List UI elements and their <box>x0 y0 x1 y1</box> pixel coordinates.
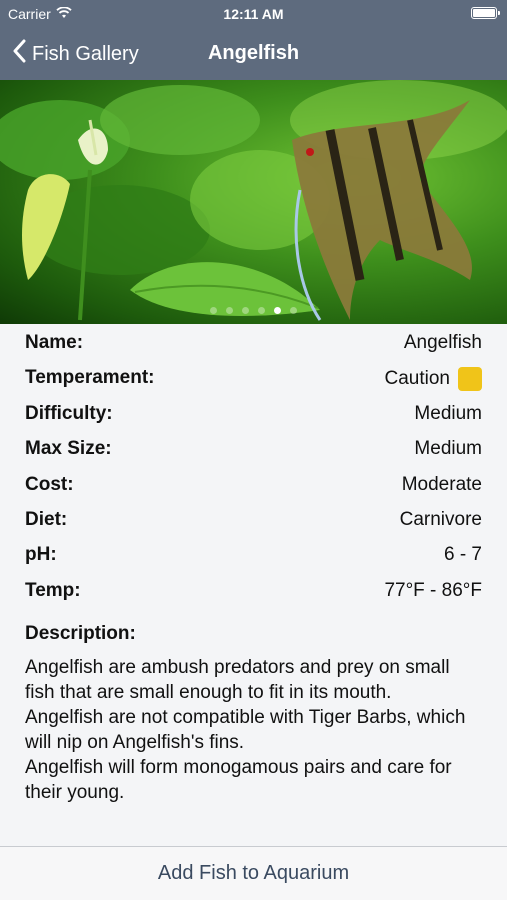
detail-key: Cost: <box>25 473 74 495</box>
fish-photo-carousel[interactable] <box>0 80 507 324</box>
detail-key: pH: <box>25 544 57 566</box>
detail-value-group: 77°F - 86°F <box>384 580 482 602</box>
description-paragraph: Angelfish are ambush predators and prey … <box>25 657 450 704</box>
page-dot[interactable] <box>290 307 297 314</box>
detail-value-group: Moderate <box>402 474 482 496</box>
detail-value-group: Angelfish <box>404 332 482 354</box>
page-indicator[interactable] <box>0 307 507 314</box>
status-bar: Carrier 12:11 AM <box>0 0 507 28</box>
detail-row: Temperament: Caution <box>25 359 482 394</box>
detail-value-group: Carnivore <box>400 509 482 531</box>
detail-row: Difficulty: Medium <box>25 395 482 430</box>
detail-row: Cost: Moderate <box>25 466 482 501</box>
detail-value: Moderate <box>401 473 482 495</box>
status-time: 12:11 AM <box>223 6 284 22</box>
page-title: Angelfish <box>207 42 300 64</box>
detail-row: Diet: Carnivore <box>25 501 482 536</box>
detail-key: Temp: <box>25 579 81 601</box>
detail-value: 6 - 7 <box>443 544 482 566</box>
detail-key: Diet: <box>25 508 68 530</box>
page-dot[interactable] <box>242 307 249 314</box>
detail-key: Name: <box>25 332 84 353</box>
description-paragraph: Angelfish will form monogamous pairs and… <box>25 757 452 804</box>
detail-value: Angelfish <box>403 332 482 353</box>
detail-value: Medium <box>414 402 482 424</box>
page-dot[interactable] <box>210 307 217 314</box>
detail-value-group: Caution <box>384 367 482 392</box>
detail-value: Carnivore <box>399 508 482 530</box>
bottom-toolbar: Add Fish to Aquarium <box>0 846 507 900</box>
detail-value: Caution <box>384 368 451 390</box>
detail-value: 77°F - 86°F <box>384 579 482 601</box>
detail-value-group: Medium <box>414 403 482 425</box>
page-dot[interactable] <box>226 307 233 314</box>
detail-row: Max Size: Medium <box>25 430 482 465</box>
battery-icon <box>471 7 500 19</box>
page-dot[interactable] <box>258 307 265 314</box>
detail-key: Difficulty: <box>25 402 113 424</box>
description-text: Angelfish are ambush predators and prey … <box>25 655 482 805</box>
description-heading: Description: <box>25 623 136 645</box>
detail-value-group: Medium <box>414 438 482 460</box>
fish-details: Name: Angelfish Temperament: Caution Difficu… <box>0 324 507 846</box>
detail-key: Max Size: <box>25 438 112 460</box>
fish-photo <box>0 80 507 321</box>
detail-row: pH: 6 - 7 <box>25 536 482 571</box>
detail-value: Medium <box>414 438 482 460</box>
page-dot[interactable] <box>274 307 281 314</box>
description-paragraph: Angelfish are not compatible with Tiger … <box>25 707 466 754</box>
detail-key: Temperament: <box>25 367 155 389</box>
detail-row: Name: Angelfish <box>25 324 482 359</box>
temperament-swatch <box>458 367 482 392</box>
detail-value-group: 6 - 7 <box>444 544 482 566</box>
detail-row: Temp: 77°F - 86°F <box>25 572 482 607</box>
add-fish-button[interactable]: Add Fish to Aquarium <box>158 862 349 885</box>
navigation-bar: Fish Gallery Angelfish <box>0 28 507 80</box>
